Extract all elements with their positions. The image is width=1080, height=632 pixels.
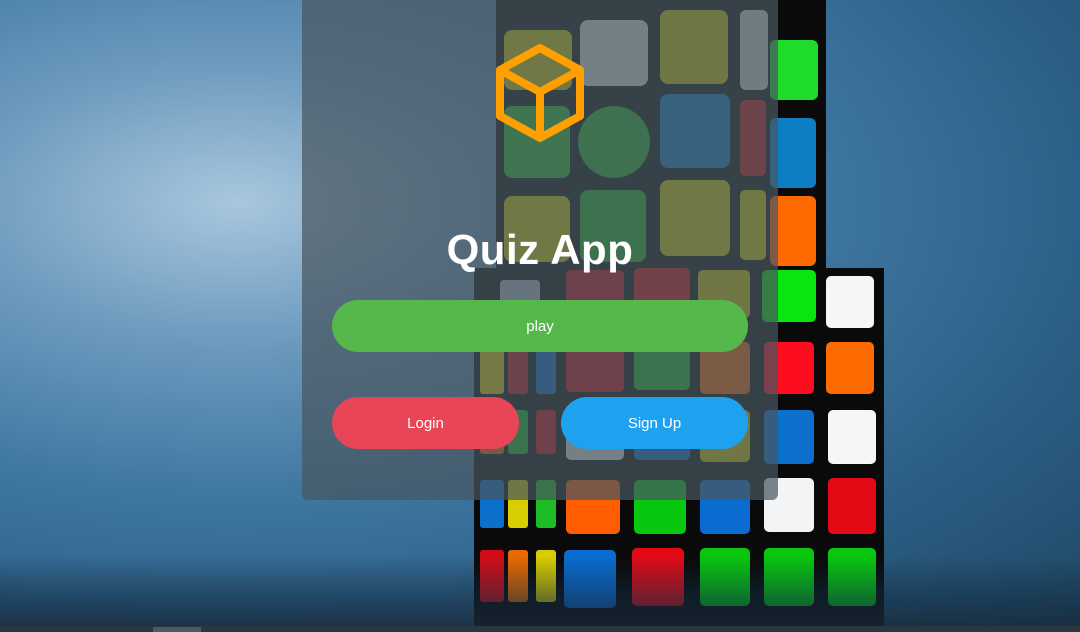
welcome-card: Quiz App play Login Sign Up: [302, 0, 778, 500]
signup-button[interactable]: Sign Up: [561, 397, 748, 449]
page-background: Quiz App play Login Sign Up: [0, 0, 1080, 632]
app-title: Quiz App: [446, 226, 634, 273]
table-surface: [0, 556, 1080, 626]
cube-icon: [496, 44, 584, 142]
play-button[interactable]: play: [332, 300, 748, 352]
horizontal-scrollbar[interactable]: [0, 626, 1080, 632]
login-button[interactable]: Login: [332, 397, 519, 449]
scrollbar-thumb[interactable]: [153, 627, 201, 632]
